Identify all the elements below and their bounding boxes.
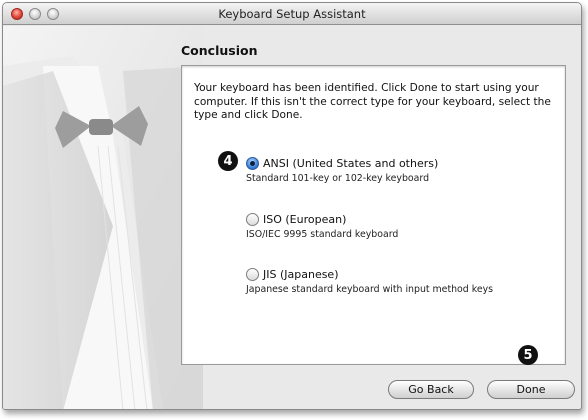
option-description: Standard 101-key or 102-key keyboard xyxy=(246,173,430,184)
title-bar[interactable]: Keyboard Setup Assistant xyxy=(3,3,581,25)
window-title: Keyboard Setup Assistant xyxy=(218,7,366,21)
page-title: Conclusion xyxy=(181,43,258,58)
option-description: Japanese standard keyboard with input me… xyxy=(246,284,494,295)
tuxedo-illustration xyxy=(3,26,203,409)
callout-badge-4: 4 xyxy=(218,151,238,171)
go-back-button[interactable]: Go Back xyxy=(388,380,474,399)
content-panel: Your keyboard has been identified. Click… xyxy=(181,65,566,365)
intro-text: Your keyboard has been identified. Click… xyxy=(194,82,551,121)
radio-iso[interactable] xyxy=(246,212,259,226)
radio-jis[interactable] xyxy=(246,267,259,281)
option-description: ISO/IEC 9995 standard keyboard xyxy=(246,229,399,240)
callout-badge-5: 5 xyxy=(518,345,538,365)
option-label[interactable]: ISO (European) xyxy=(263,213,346,226)
option-label[interactable]: JIS (Japanese) xyxy=(263,268,339,281)
option-ansi[interactable]: ANSI (United States and others) Standard… xyxy=(246,155,438,184)
assistant-window: Keyboard Setup Assistant Conclusion Your… xyxy=(2,2,582,410)
option-label[interactable]: ANSI (United States and others) xyxy=(263,157,438,170)
radio-ansi[interactable] xyxy=(246,156,259,170)
option-jis[interactable]: JIS (Japanese) Japanese standard keyboar… xyxy=(246,266,493,295)
done-button[interactable]: Done xyxy=(487,380,575,399)
option-iso[interactable]: ISO (European) ISO/IEC 9995 standard key… xyxy=(246,211,398,240)
